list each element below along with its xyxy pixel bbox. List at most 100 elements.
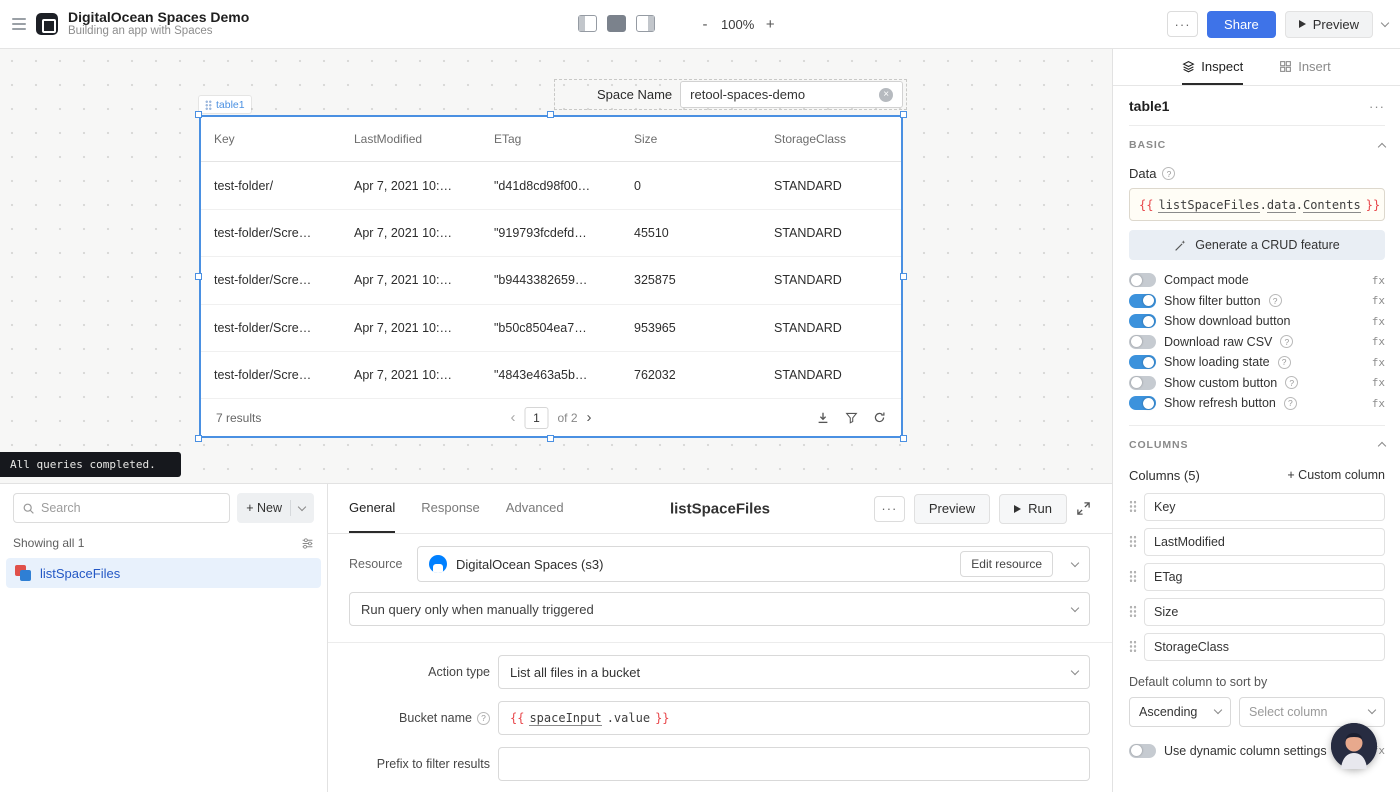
tab-inspect[interactable]: Inspect — [1182, 49, 1243, 85]
column-item[interactable]: ETag — [1129, 563, 1385, 591]
preview-button[interactable]: Preview — [1285, 11, 1373, 38]
cell-etag[interactable]: "b50c8504ea7… — [481, 321, 621, 335]
column-item[interactable]: Key — [1129, 493, 1385, 521]
prefix-input[interactable] — [498, 747, 1090, 781]
component-tag[interactable]: table1 — [199, 96, 251, 113]
help-icon[interactable]: ? — [1280, 335, 1293, 348]
cell-etag[interactable]: "919793fcdefd… — [481, 226, 621, 240]
table-column-header[interactable]: Key — [201, 132, 341, 146]
zoom-in-button[interactable]: + — [760, 11, 780, 37]
space-name-widget[interactable]: Space Name retool-spaces-demo × — [554, 79, 907, 110]
refresh-icon[interactable] — [873, 411, 886, 424]
cell-etag[interactable]: "4843e463a5b… — [481, 368, 621, 382]
more-actions-button[interactable]: ··· — [1167, 11, 1198, 37]
expand-editor-icon[interactable] — [1076, 501, 1091, 516]
table-column-header[interactable]: StorageClass — [761, 132, 901, 146]
fx-button[interactable]: fx — [1372, 315, 1385, 328]
app-logo[interactable] — [36, 13, 58, 35]
new-query-button[interactable]: + New — [237, 493, 314, 523]
columns-section-header[interactable]: COLUMNS — [1129, 436, 1385, 454]
data-code-input[interactable]: {{ listSpaceFiles.data.Contents }} — [1129, 188, 1385, 221]
column-name[interactable]: StorageClass — [1144, 633, 1385, 661]
fx-button[interactable]: fx — [1372, 376, 1385, 389]
cell-storageclass[interactable]: STANDARD — [761, 226, 901, 240]
drag-handle-icon[interactable] — [1129, 640, 1137, 653]
table-row[interactable]: test-folder/Scre… Apr 7, 2021 10:… "b50c… — [201, 305, 901, 352]
cell-key[interactable]: test-folder/Scre… — [201, 368, 341, 382]
tab-general[interactable]: General — [349, 484, 395, 533]
resize-handle[interactable] — [195, 273, 202, 280]
tab-advanced[interactable]: Advanced — [506, 484, 564, 533]
drag-handle-icon[interactable] — [1129, 535, 1137, 548]
table-column-header[interactable]: Size — [621, 132, 761, 146]
fx-button[interactable]: fx — [1372, 397, 1385, 410]
resize-handle[interactable] — [900, 111, 907, 118]
cell-key[interactable]: test-folder/Scre… — [201, 226, 341, 240]
edit-resource-button[interactable]: Edit resource — [960, 551, 1053, 577]
drag-handle-icon[interactable] — [1129, 605, 1137, 618]
resize-handle[interactable] — [547, 435, 554, 442]
cell-key[interactable]: test-folder/Scre… — [201, 321, 341, 335]
zoom-out-button[interactable]: - — [695, 11, 715, 37]
table-component[interactable]: Key LastModified ETag Size StorageClass … — [199, 115, 903, 438]
help-icon[interactable]: ? — [1278, 356, 1291, 369]
space-name-input[interactable]: retool-spaces-demo × — [680, 81, 903, 108]
toggle-switch[interactable] — [1129, 396, 1156, 410]
drag-handle-icon[interactable] — [1129, 570, 1137, 583]
column-item[interactable]: LastModified — [1129, 528, 1385, 556]
resource-select[interactable]: DigitalOcean Spaces (s3) Edit resource — [417, 546, 1090, 582]
toggle-bottom-panel-icon[interactable] — [607, 15, 626, 32]
drag-handle-icon[interactable] — [205, 100, 212, 110]
help-icon[interactable]: ? — [477, 712, 490, 725]
sort-column-select[interactable]: Select column — [1239, 697, 1385, 727]
cell-storageclass[interactable]: STANDARD — [761, 273, 901, 287]
cell-etag[interactable]: "b9443382659… — [481, 273, 621, 287]
collapse-section-icon[interactable] — [1378, 442, 1386, 450]
cell-size[interactable]: 762032 — [621, 368, 761, 382]
share-button[interactable]: Share — [1207, 11, 1276, 38]
help-beacon[interactable] — [1331, 723, 1377, 769]
fx-button[interactable]: fx — [1372, 294, 1385, 307]
drag-handle-icon[interactable] — [1129, 500, 1137, 513]
fx-button[interactable]: fx — [1372, 335, 1385, 348]
toggle-switch[interactable] — [1129, 376, 1156, 390]
cell-size[interactable]: 953965 — [621, 321, 761, 335]
resize-handle[interactable] — [900, 273, 907, 280]
query-run-button[interactable]: Run — [999, 494, 1067, 524]
cell-size[interactable]: 0 — [621, 179, 761, 193]
column-name[interactable]: ETag — [1144, 563, 1385, 591]
cell-etag[interactable]: "d41d8cd98f00… — [481, 179, 621, 193]
cell-storageclass[interactable]: STANDARD — [761, 368, 901, 382]
query-search-box[interactable] — [13, 493, 230, 523]
filter-icon[interactable] — [845, 411, 858, 424]
app-canvas[interactable]: Space Name retool-spaces-demo × table1 K… — [0, 49, 1112, 483]
toggle-switch[interactable] — [1129, 273, 1156, 287]
sliders-icon[interactable] — [301, 537, 314, 550]
next-page-icon[interactable]: › — [587, 409, 592, 426]
toggle-switch[interactable] — [1129, 294, 1156, 308]
add-custom-column-button[interactable]: + Custom column — [1287, 468, 1385, 482]
new-query-chevron-icon[interactable] — [298, 502, 306, 510]
toggle-switch[interactable] — [1129, 355, 1156, 369]
help-icon[interactable]: ? — [1284, 397, 1297, 410]
help-icon[interactable]: ? — [1285, 376, 1298, 389]
prev-page-icon[interactable]: ‹ — [510, 409, 515, 426]
query-preview-button[interactable]: Preview — [914, 494, 990, 524]
toggle-left-panel-icon[interactable] — [578, 15, 597, 32]
cell-size[interactable]: 325875 — [621, 273, 761, 287]
page-number-input[interactable]: 1 — [524, 407, 548, 429]
clear-input-icon[interactable]: × — [879, 88, 893, 102]
cell-lastmodified[interactable]: Apr 7, 2021 10:… — [341, 226, 481, 240]
tab-insert[interactable]: Insert — [1279, 49, 1331, 85]
table-row[interactable]: test-folder/Scre… Apr 7, 2021 10:… "9197… — [201, 210, 901, 257]
table-row[interactable]: test-folder/ Apr 7, 2021 10:… "d41d8cd98… — [201, 162, 901, 209]
resize-handle[interactable] — [547, 111, 554, 118]
column-name[interactable]: Size — [1144, 598, 1385, 626]
resize-handle[interactable] — [195, 111, 202, 118]
fx-button[interactable]: fx — [1372, 274, 1385, 287]
run-trigger-select[interactable]: Run query only when manually triggered — [349, 592, 1090, 626]
collapse-section-icon[interactable] — [1378, 142, 1386, 150]
table-column-header[interactable]: ETag — [481, 132, 621, 146]
basic-section-header[interactable]: BASIC — [1129, 136, 1385, 154]
resize-handle[interactable] — [900, 435, 907, 442]
